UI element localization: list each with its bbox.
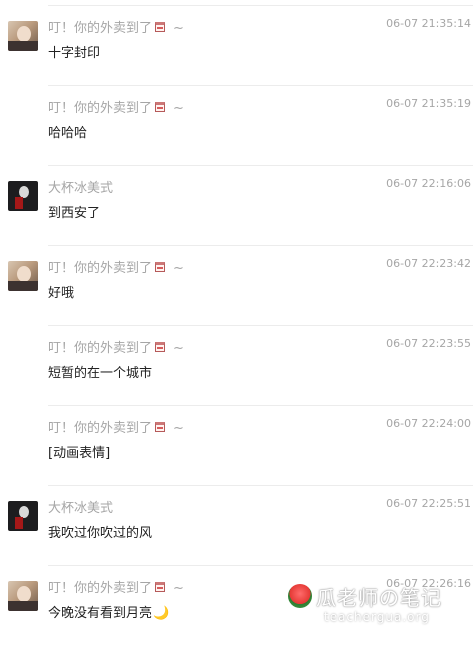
sender-name-text: 叮！你的外卖到了: [48, 21, 153, 36]
name-suffix: ~: [173, 341, 184, 356]
avatar[interactable]: [8, 581, 38, 611]
sender-name: 叮！你的外卖到了 ~: [48, 577, 184, 596]
watermark: 瓜老师の笔记 teachergua.org: [288, 582, 468, 626]
message-text[interactable]: 我吹过你吹过的风: [48, 522, 152, 541]
name-suffix: ~: [173, 581, 184, 596]
sender-name-text: 叮！你的外卖到了: [48, 421, 153, 436]
message-timestamp: 06-07 22:25:51: [386, 497, 471, 510]
sender-name-text: 叮！你的外卖到了: [48, 341, 153, 356]
chat-message: 大杯冰美式 06-07 22:16:06 到西安了: [0, 166, 473, 246]
chat-message: 叮！你的外卖到了 ~ 06-07 21:35:14 十字封印: [0, 6, 473, 86]
sender-name: 叮！你的外卖到了 ~: [48, 257, 184, 276]
message-text[interactable]: 好哦: [48, 282, 74, 301]
message-timestamp: 06-07 22:24:00: [386, 417, 471, 430]
avatar[interactable]: [8, 501, 38, 531]
avatar[interactable]: [8, 21, 38, 51]
sender-name: 大杯冰美式: [48, 181, 114, 196]
sender-name: 大杯冰美式: [48, 501, 114, 516]
chat-message: 叮！你的外卖到了 ~ 06-07 22:23:55 短暂的在一个城市: [0, 326, 473, 406]
sender-name: 叮！你的外卖到了 ~: [48, 337, 184, 356]
name-suffix: ~: [173, 21, 184, 36]
chat-message: 叮！你的外卖到了 ~ 06-07 21:35:19 哈哈哈: [0, 86, 473, 166]
drink-cup-icon: [154, 101, 167, 114]
sender-name-text: 叮！你的外卖到了: [48, 261, 153, 276]
name-suffix: ~: [173, 101, 184, 116]
message-text[interactable]: 短暂的在一个城市: [48, 362, 152, 381]
name-suffix: ~: [173, 421, 184, 436]
message-timestamp: 06-07 21:35:19: [386, 97, 471, 110]
chat-message: 大杯冰美式 06-07 22:25:51 我吹过你吹过的风: [0, 486, 473, 566]
message-text[interactable]: 哈哈哈: [48, 122, 87, 141]
chat-history: 叮！你的外卖到了 ~ 06-07 21:35:14 十字封印 叮！你的外卖到了 ~ …: [0, 0, 473, 628]
watermark-title: 瓜老师の笔记: [316, 586, 442, 610]
drink-cup-icon: [154, 261, 167, 274]
sender-name: 叮！你的外卖到了 ~: [48, 417, 184, 436]
drink-cup-icon: [154, 421, 167, 434]
avatar[interactable]: [8, 261, 38, 291]
message-text[interactable]: 到西安了: [48, 202, 100, 221]
message-text-body: 今晚没有看到月亮: [48, 606, 153, 621]
watermark-url: teachergua.org: [324, 610, 430, 624]
sender-name: 叮！你的外卖到了 ~: [48, 97, 184, 116]
moon-emoji: 🌙: [153, 606, 170, 621]
drink-cup-icon: [154, 341, 167, 354]
drink-cup-icon: [154, 21, 167, 34]
message-timestamp: 06-07 21:35:14: [386, 17, 471, 30]
message-text[interactable]: [动画表情]: [48, 442, 110, 461]
message-timestamp: 06-07 22:23:55: [386, 337, 471, 350]
drink-cup-icon: [154, 581, 167, 594]
sender-name-text: 叮！你的外卖到了: [48, 581, 153, 596]
message-timestamp: 06-07 22:16:06: [386, 177, 471, 190]
message-text[interactable]: 十字封印: [48, 42, 100, 61]
chat-message: 叮！你的外卖到了 ~ 06-07 22:24:00 [动画表情]: [0, 406, 473, 486]
chat-message: 叮！你的外卖到了 ~ 06-07 22:23:42 好哦: [0, 246, 473, 326]
sender-name-text: 叮！你的外卖到了: [48, 101, 153, 116]
sender-name: 叮！你的外卖到了 ~: [48, 17, 184, 36]
watermelon-icon: [288, 584, 312, 608]
message-text[interactable]: 今晚没有看到月亮🌙: [48, 602, 169, 621]
message-timestamp: 06-07 22:23:42: [386, 257, 471, 270]
avatar[interactable]: [8, 181, 38, 211]
name-suffix: ~: [173, 261, 184, 276]
